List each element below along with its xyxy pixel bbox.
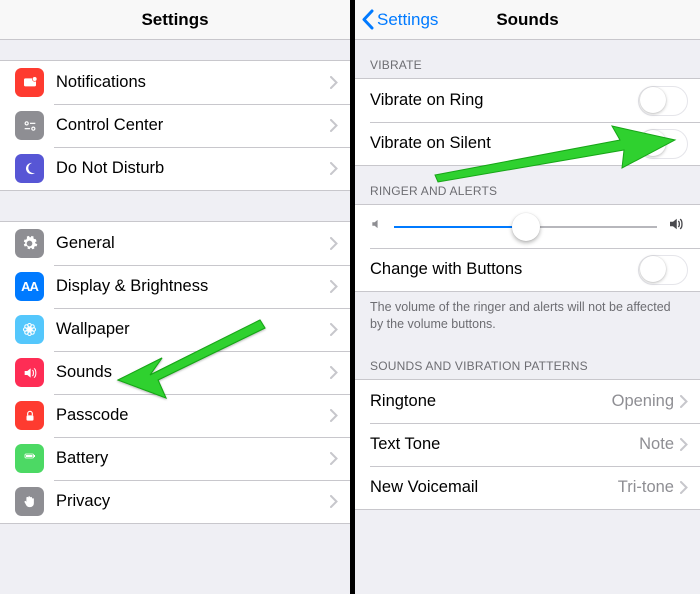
chevron-right-icon: [330, 452, 350, 465]
row-label: General: [56, 234, 330, 253]
page-title: Settings: [141, 10, 208, 30]
chevron-right-icon: [330, 76, 350, 89]
settings-row-display[interactable]: AA Display & Brightness: [0, 265, 350, 308]
row-label: Text Tone: [370, 435, 639, 454]
row-label: Do Not Disturb: [56, 159, 330, 178]
ringer-footer-text: The volume of the ringer and alerts will…: [355, 292, 700, 341]
row-label: Passcode: [56, 406, 330, 425]
row-label: Change with Buttons: [370, 260, 638, 279]
row-value: Opening: [612, 392, 674, 411]
row-label: Sounds: [56, 363, 330, 382]
row-label: Notifications: [56, 73, 330, 92]
chevron-right-icon: [680, 438, 700, 451]
lock-icon: [15, 401, 44, 430]
control-center-icon: [15, 111, 44, 140]
settings-row-do-not-disturb[interactable]: Do Not Disturb: [0, 147, 350, 190]
chevron-right-icon: [330, 162, 350, 175]
row-label: New Voicemail: [370, 478, 618, 497]
notifications-icon: [15, 68, 44, 97]
settings-row-sounds[interactable]: Sounds: [0, 351, 350, 394]
row-label: Vibrate on Silent: [370, 134, 638, 153]
gear-icon: [15, 229, 44, 258]
chevron-right-icon: [330, 237, 350, 250]
toggle-change-with-buttons[interactable]: [638, 255, 688, 285]
row-label: Vibrate on Ring: [370, 91, 638, 110]
vibrate-group: Vibrate on Ring Vibrate on Silent: [355, 78, 700, 166]
settings-row-control-center[interactable]: Control Center: [0, 104, 350, 147]
flower-icon: [15, 315, 44, 344]
chevron-right-icon: [330, 323, 350, 336]
speaker-icon: [15, 358, 44, 387]
row-label: Wallpaper: [56, 320, 330, 339]
row-label: Battery: [56, 449, 330, 468]
group-header-patterns: Sounds and Vibration Patterns: [355, 341, 700, 379]
row-text-tone[interactable]: Text Tone Note: [355, 423, 700, 466]
sounds-panel: Settings Sounds Vibrate Vibrate on Ring …: [355, 0, 700, 594]
chevron-right-icon: [330, 119, 350, 132]
row-vibrate-on-ring: Vibrate on Ring: [355, 79, 700, 122]
navbar-left: Settings: [0, 0, 350, 40]
chevron-right-icon: [330, 366, 350, 379]
settings-row-battery[interactable]: Battery: [0, 437, 350, 480]
volume-slider-row: [355, 205, 700, 248]
navbar-right: Settings Sounds: [355, 0, 700, 40]
toggle-vibrate-on-ring[interactable]: [638, 86, 688, 116]
display-icon: AA: [15, 272, 44, 301]
speaker-low-icon: [370, 217, 384, 236]
settings-row-notifications[interactable]: Notifications: [0, 61, 350, 104]
row-label: Control Center: [56, 116, 330, 135]
chevron-right-icon: [680, 481, 700, 494]
battery-icon: [15, 444, 44, 473]
settings-row-general[interactable]: General: [0, 222, 350, 265]
volume-slider[interactable]: [394, 226, 657, 228]
row-change-with-buttons: Change with Buttons: [355, 248, 700, 291]
row-label: Privacy: [56, 492, 330, 511]
moon-icon: [15, 154, 44, 183]
chevron-right-icon: [330, 280, 350, 293]
row-value: Note: [639, 435, 674, 454]
hand-icon: [15, 487, 44, 516]
settings-root-panel: Settings Notifications Control Center Do…: [0, 0, 350, 594]
group-header-vibrate: Vibrate: [355, 40, 700, 78]
row-ringtone[interactable]: Ringtone Opening: [355, 380, 700, 423]
row-vibrate-on-silent: Vibrate on Silent: [355, 122, 700, 165]
settings-group-1: Notifications Control Center Do Not Dist…: [0, 60, 350, 191]
chevron-right-icon: [330, 409, 350, 422]
speaker-high-icon: [667, 215, 685, 238]
settings-row-wallpaper[interactable]: Wallpaper: [0, 308, 350, 351]
row-label: Display & Brightness: [56, 277, 330, 296]
settings-group-2: General AA Display & Brightness Wallpape…: [0, 221, 350, 524]
row-label: Ringtone: [370, 392, 612, 411]
settings-row-passcode[interactable]: Passcode: [0, 394, 350, 437]
back-label: Settings: [377, 10, 438, 30]
ringer-group: Change with Buttons: [355, 204, 700, 292]
settings-row-privacy[interactable]: Privacy: [0, 480, 350, 523]
patterns-group: Ringtone Opening Text Tone Note New Voic…: [355, 379, 700, 510]
chevron-right-icon: [680, 395, 700, 408]
row-value: Tri-tone: [618, 478, 674, 497]
chevron-right-icon: [330, 495, 350, 508]
slider-thumb[interactable]: [512, 213, 540, 241]
row-new-voicemail[interactable]: New Voicemail Tri-tone: [355, 466, 700, 509]
page-title: Sounds: [496, 10, 558, 30]
group-header-ringer: Ringer and Alerts: [355, 166, 700, 204]
toggle-vibrate-on-silent[interactable]: [638, 129, 688, 159]
back-button[interactable]: Settings: [361, 9, 438, 30]
